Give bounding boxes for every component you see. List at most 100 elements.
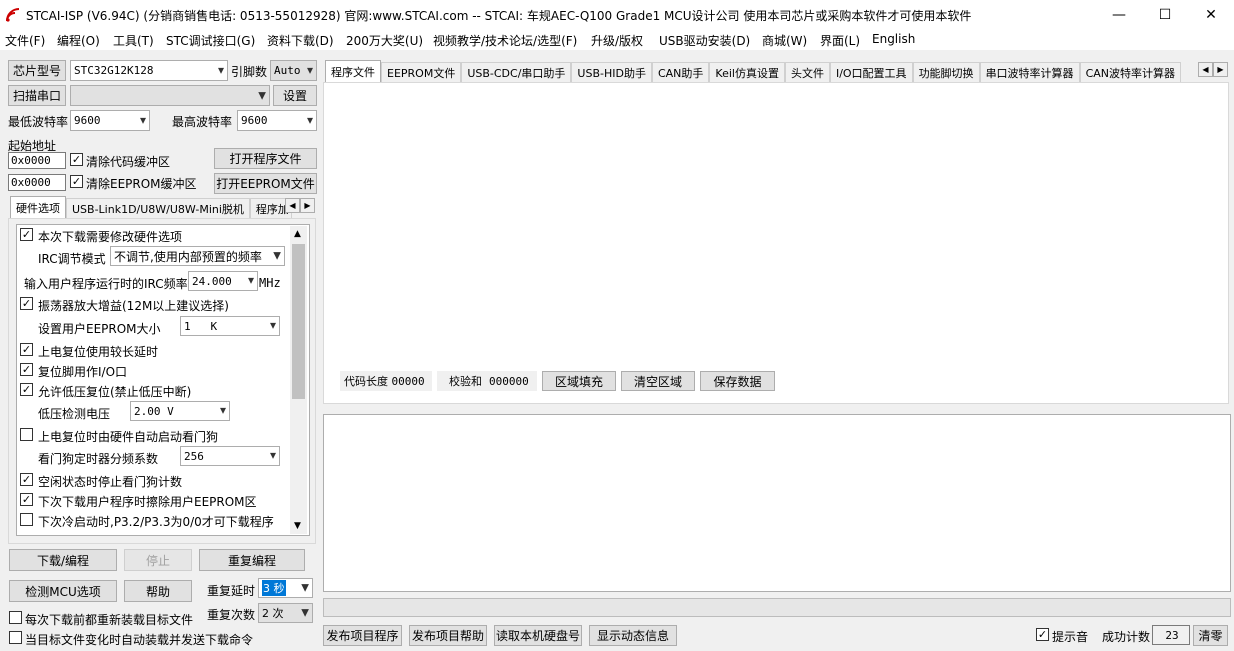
menu-upgrade[interactable]: 升级/版权	[591, 32, 643, 49]
repeat-count-select[interactable]: 2 次 ▼	[258, 603, 313, 623]
start-address-input[interactable]: 0x0000	[8, 152, 66, 169]
irc-mode-select[interactable]: 不调节,使用内部预置的频率 ▼	[110, 246, 285, 266]
max-baud-label: 最高波特率	[172, 115, 233, 129]
menu-tools[interactable]: 工具(T)	[113, 32, 154, 49]
eeprom-size-label: 设置用户EEPROM大小	[38, 322, 161, 336]
menu-program[interactable]: 编程(O)	[57, 32, 100, 49]
download-button[interactable]: 下载/编程	[9, 549, 117, 571]
auto-reload-checkbox[interactable]	[9, 631, 22, 644]
open-program-file-button[interactable]: 打开程序文件	[214, 148, 317, 169]
log-output[interactable]	[323, 414, 1231, 592]
menu-shop[interactable]: 商城(W)	[762, 32, 807, 49]
subtab-scroll[interactable]: ◀ ▶	[285, 198, 315, 213]
hw-scrollbar[interactable]: ▲ ▼	[290, 226, 307, 534]
tab-can-baud-calc[interactable]: CAN波特率计算器	[1079, 62, 1181, 82]
idle-wdt-checkbox[interactable]: ✓	[20, 473, 33, 486]
menu-video[interactable]: 视频教学/技术论坛/选型(F)	[433, 32, 577, 49]
tab-uart-baud-calc[interactable]: 串口波特率计算器	[979, 62, 1080, 82]
window-title: STCAI-ISP (V6.94C) (分销商销售电话: 0513-550129…	[26, 9, 972, 23]
reload-each-checkbox[interactable]	[9, 611, 22, 624]
pins-select[interactable]: Auto ▼	[270, 60, 317, 81]
tab-eeprom-file[interactable]: EEPROM文件	[381, 62, 462, 82]
lvr-checkbox[interactable]: ✓	[20, 383, 33, 396]
clear-eeprom-checkbox[interactable]: ✓	[70, 175, 83, 188]
irc-freq-value: 24.000	[192, 274, 232, 288]
read-disk-button[interactable]: 读取本机硬盘号	[494, 625, 582, 646]
tab-usb-cdc[interactable]: USB-CDC/串口助手	[461, 62, 572, 82]
eeprom-size-value: 1 K	[184, 319, 218, 333]
chevron-right-icon[interactable]: ▶	[300, 198, 315, 213]
menu-prize[interactable]: 200万大奖(U)	[346, 32, 423, 49]
menu-debug[interactable]: STC调试接口(G)	[166, 32, 255, 49]
publish-help-button[interactable]: 发布项目帮助	[409, 625, 487, 646]
chevron-right-icon[interactable]: ▶	[1213, 62, 1228, 77]
checksum-value: 000000	[489, 374, 529, 388]
maximize-button[interactable]: ☐	[1142, 0, 1188, 30]
fill-area-button[interactable]: 区域填充	[542, 371, 616, 391]
open-eeprom-file-button[interactable]: 打开EEPROM文件	[214, 173, 317, 194]
publish-program-button[interactable]: 发布项目程序	[323, 625, 402, 646]
reset-io-checkbox[interactable]: ✓	[20, 363, 33, 376]
eeprom-size-select[interactable]: 1 K ▼	[180, 316, 280, 336]
tab-keil[interactable]: Keil仿真设置	[709, 62, 785, 82]
tab-usb-hid[interactable]: USB-HID助手	[571, 62, 652, 82]
reprogram-button[interactable]: 重复编程	[199, 549, 305, 571]
irc-freq-label: 输入用户程序运行时的IRC频率	[24, 277, 188, 291]
osc-gain-checkbox[interactable]: ✓	[20, 297, 33, 310]
menu-usb-driver[interactable]: USB驱动安装(D)	[659, 32, 750, 49]
p32-checkbox[interactable]	[20, 513, 33, 526]
scan-port-button[interactable]: 扫描串口	[8, 85, 66, 106]
lvd-select[interactable]: 2.00 V ▼	[130, 401, 230, 421]
wdt-auto-label: 上电复位时由硬件自动启动看门狗	[38, 430, 219, 444]
chevron-left-icon[interactable]: ◀	[285, 198, 300, 213]
erase-eeprom-checkbox[interactable]: ✓	[20, 493, 33, 506]
clear-count-button[interactable]: 清零	[1193, 625, 1228, 646]
menu-file[interactable]: 文件(F)	[5, 32, 45, 49]
menu-english[interactable]: English	[872, 32, 915, 46]
tab-usb-link[interactable]: USB-Link1D/U8W/U8W-Mini脱机	[66, 198, 250, 218]
min-baud-select[interactable]: 9600 ▼	[70, 110, 150, 131]
auto-reload-label: 当目标文件变化时自动装载并发送下载命令	[25, 633, 254, 647]
detect-mcu-button[interactable]: 检测MCU选项	[9, 580, 117, 602]
chevron-left-icon[interactable]: ◀	[1198, 62, 1213, 77]
tab-pin-switch[interactable]: 功能脚切换	[912, 62, 980, 82]
chevron-up-icon[interactable]: ▲	[294, 229, 301, 239]
menu-downloads[interactable]: 资料下载(D)	[267, 32, 334, 49]
modify-hw-checkbox[interactable]: ✓	[20, 228, 33, 241]
long-delay-checkbox[interactable]: ✓	[20, 343, 33, 356]
tab-program-file[interactable]: 程序文件	[325, 60, 381, 82]
save-data-button[interactable]: 保存数据	[700, 371, 775, 391]
menu-interface[interactable]: 界面(L)	[820, 32, 860, 49]
irc-freq-unit: MHz	[259, 276, 281, 290]
help-button[interactable]: 帮助	[124, 580, 192, 602]
tab-header-file[interactable]: 头文件	[784, 62, 830, 82]
tab-scroll[interactable]: ◀ ▶	[1198, 62, 1228, 77]
max-baud-select[interactable]: 9600 ▼	[237, 110, 317, 131]
minimize-button[interactable]: —	[1096, 0, 1142, 30]
port-select[interactable]: ▼	[70, 85, 270, 106]
lvd-label: 低压检测电压	[38, 407, 111, 421]
show-dynamic-info-button[interactable]: 显示动态信息	[589, 625, 677, 646]
tab-hardware-options[interactable]: 硬件选项	[10, 196, 66, 218]
clear-area-button[interactable]: 清空区域	[621, 371, 695, 391]
menu-bar: 文件(F) 编程(O) 工具(T) STC调试接口(G) 资料下载(D) 200…	[0, 30, 1234, 50]
tab-io-config[interactable]: I/O口配置工具	[829, 62, 913, 82]
stop-button[interactable]: 停止	[124, 549, 192, 571]
chip-type-select[interactable]: STC32G12K128 ▼	[70, 60, 228, 81]
scrollbar-thumb[interactable]	[292, 244, 305, 399]
max-baud-value: 9600	[241, 114, 268, 127]
irc-freq-input[interactable]: 24.000 ▼	[188, 271, 258, 291]
chip-type-button[interactable]: 芯片型号	[8, 60, 66, 81]
close-button[interactable]: ✕	[1188, 0, 1234, 30]
beep-checkbox[interactable]: ✓	[1036, 628, 1049, 641]
success-count-label: 成功计数	[1102, 630, 1151, 644]
clear-code-checkbox[interactable]: ✓	[70, 153, 83, 166]
tab-can[interactable]: CAN助手	[651, 62, 710, 82]
wdt-div-select[interactable]: 256 ▼	[180, 446, 280, 466]
irc-mode-value: 不调节,使用内部预置的频率	[114, 249, 262, 264]
chevron-down-icon[interactable]: ▼	[294, 521, 301, 531]
eeprom-address-input[interactable]: 0x0000	[8, 174, 66, 191]
repeat-delay-select[interactable]: 3 秒 ▼	[258, 578, 313, 598]
settings-button[interactable]: 设置	[273, 85, 317, 106]
wdt-auto-checkbox[interactable]	[20, 428, 33, 441]
